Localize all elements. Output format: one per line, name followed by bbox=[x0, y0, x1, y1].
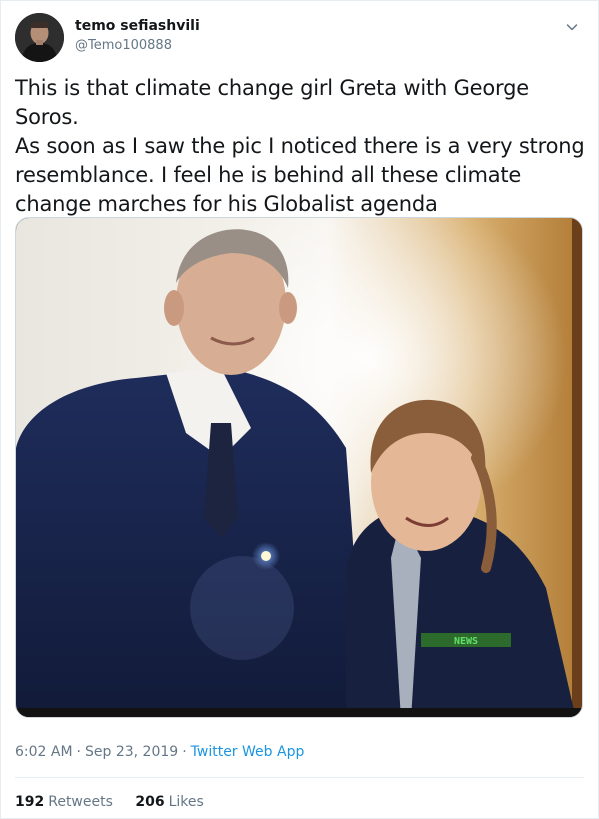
retweets-count: 192 bbox=[15, 794, 45, 810]
stats-divider bbox=[15, 777, 584, 778]
avatar[interactable] bbox=[15, 13, 64, 62]
time-date-separator: · bbox=[76, 744, 81, 760]
avatar-photo bbox=[15, 13, 64, 62]
tweet-time[interactable]: 6:02 AM bbox=[15, 744, 73, 760]
likes-label: Likes bbox=[168, 794, 204, 810]
tweet-text: This is that climate change girl Greta w… bbox=[15, 76, 585, 216]
tweet-source-link[interactable]: Twitter Web App bbox=[191, 744, 305, 760]
tweet-stats: 192 Retweets 206 Likes bbox=[15, 792, 222, 812]
author-names: temo sefiashvili @Temo100888 bbox=[75, 17, 200, 55]
tweet-menu-button[interactable] bbox=[560, 15, 584, 39]
tweet-timestamp: 6:02 AM · Sep 23, 2019 · Twitter Web App bbox=[15, 742, 304, 762]
tweet-photo[interactable]: NEWS bbox=[15, 217, 583, 718]
chevron-down-icon bbox=[566, 24, 578, 31]
date-source-separator: · bbox=[182, 744, 187, 760]
jacket-label: NEWS bbox=[454, 636, 478, 647]
retweets-label: Retweets bbox=[48, 794, 113, 810]
likes-count: 206 bbox=[135, 794, 165, 810]
tweet-date[interactable]: Sep 23, 2019 bbox=[85, 744, 178, 760]
retweets-stat[interactable]: 192 Retweets bbox=[15, 792, 113, 812]
likes-stat[interactable]: 206 Likes bbox=[135, 792, 203, 812]
photo-illustration: NEWS bbox=[16, 218, 582, 717]
tweet-card: temo sefiashvili @Temo100888 This is tha… bbox=[0, 0, 599, 819]
tweet-header: temo sefiashvili @Temo100888 bbox=[15, 13, 584, 65]
author-handle[interactable]: @Temo100888 bbox=[75, 37, 200, 55]
author-display-name[interactable]: temo sefiashvili bbox=[75, 17, 200, 35]
